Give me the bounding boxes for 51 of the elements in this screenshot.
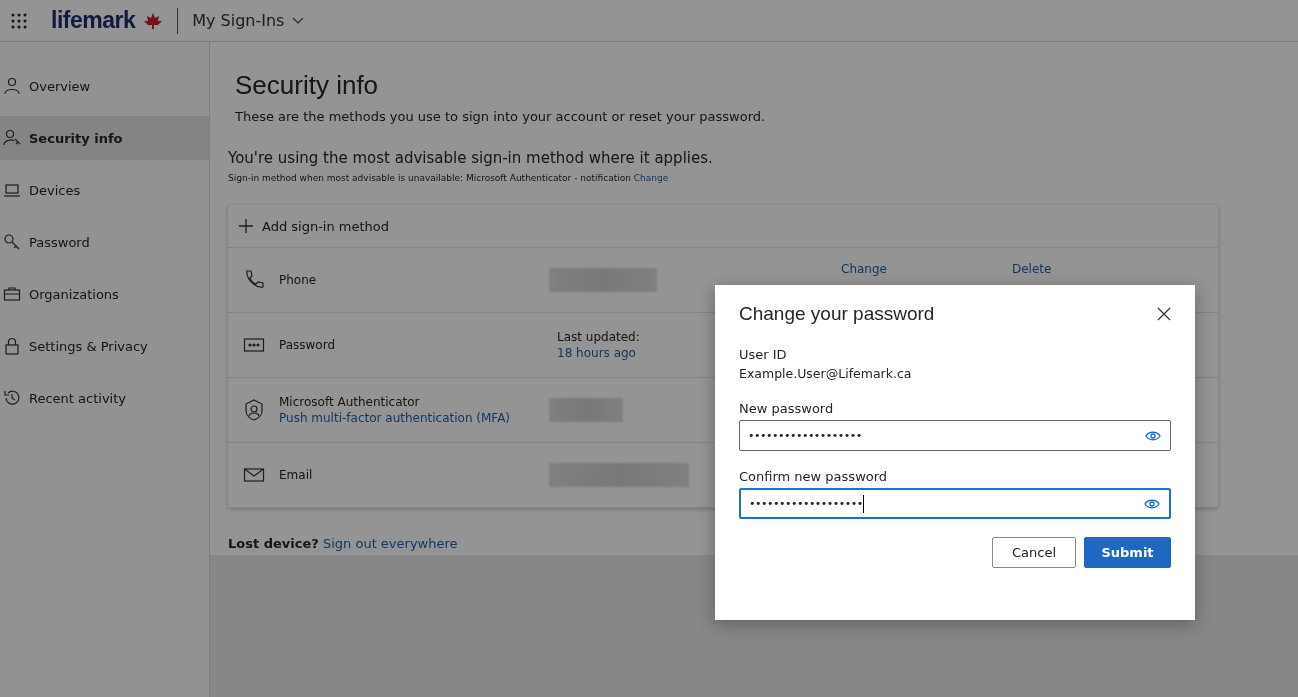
change-link[interactable]: Change: [633, 173, 669, 183]
history-icon: [3, 389, 21, 407]
eye-icon[interactable]: [1144, 498, 1160, 509]
eye-icon[interactable]: [1145, 430, 1161, 441]
password-field[interactable]: •••••••••••••••••••: [739, 488, 1171, 519]
change-link[interactable]: Change: [841, 262, 887, 276]
laptop-icon: [3, 181, 21, 199]
updated-label: Last updated:: [557, 330, 640, 344]
sidebar-item[interactable]: Recent activity: [0, 376, 209, 420]
sidebar-item[interactable]: Overview: [0, 64, 209, 108]
phone-icon: [243, 269, 265, 291]
method-name: Phone: [279, 273, 317, 287]
delete-link[interactable]: Delete: [1012, 262, 1052, 276]
page-subtitle: These are the methods you use to sign into your account or reset your password.: [235, 109, 767, 124]
dialog-title: Change your password: [739, 303, 935, 325]
lost-device-label: Lost device?: [228, 536, 319, 551]
app-launcher-icon[interactable]: [11, 12, 27, 29]
key-icon: [3, 233, 21, 251]
field-label: Confirm new password: [739, 469, 889, 484]
page-title: Security info: [235, 70, 380, 101]
company-logo[interactable]: lifemark: [51, 7, 136, 34]
chevron-down-icon[interactable]: [292, 16, 305, 25]
method-detail: Push multi-factor authentication (MFA): [279, 411, 511, 425]
user-id-value: Example.User@Lifemark.ca: [739, 366, 913, 381]
close-icon[interactable]: [1157, 307, 1171, 321]
maple-leaf-icon: [143, 12, 164, 29]
lock-icon: [3, 337, 21, 355]
password-field[interactable]: •••••••••••••••••••: [739, 420, 1171, 451]
person-icon: [3, 77, 21, 95]
method-name: Email: [279, 468, 313, 482]
briefcase-icon: [3, 285, 21, 303]
add-method-button[interactable]: Add sign-in method: [262, 218, 390, 234]
authenticator-icon: [243, 399, 265, 421]
cancel-button[interactable]: Cancel: [992, 537, 1076, 568]
sidebar-item[interactable]: Settings & Privacy: [0, 324, 209, 368]
fallback-note: Sign-in method when most advisable is unavailable: Microsoft Authenticator - notification: [228, 173, 631, 183]
plus-icon[interactable]: [238, 218, 254, 234]
app-title[interactable]: My Sign-Ins: [192, 11, 285, 30]
sidebar-item[interactable]: Organizations: [0, 272, 209, 316]
sign-out-link[interactable]: Sign out everywhere: [322, 536, 458, 551]
submit-button[interactable]: Submit: [1084, 537, 1171, 568]
sidebar-item[interactable]: Security info: [0, 116, 209, 160]
person-key-icon: [3, 129, 21, 147]
updated-value: 18 hours ago: [557, 346, 636, 360]
field-label: New password: [739, 401, 835, 416]
sidebar-item[interactable]: Password: [0, 220, 209, 264]
user-id-label: User ID: [739, 347, 788, 362]
method-name: Microsoft Authenticator: [279, 395, 420, 409]
sidebar-item[interactable]: Devices: [0, 168, 209, 212]
advisory-text: You're using the most advisable sign-in method where it applies.: [228, 149, 714, 167]
method-name: Password: [279, 338, 336, 352]
